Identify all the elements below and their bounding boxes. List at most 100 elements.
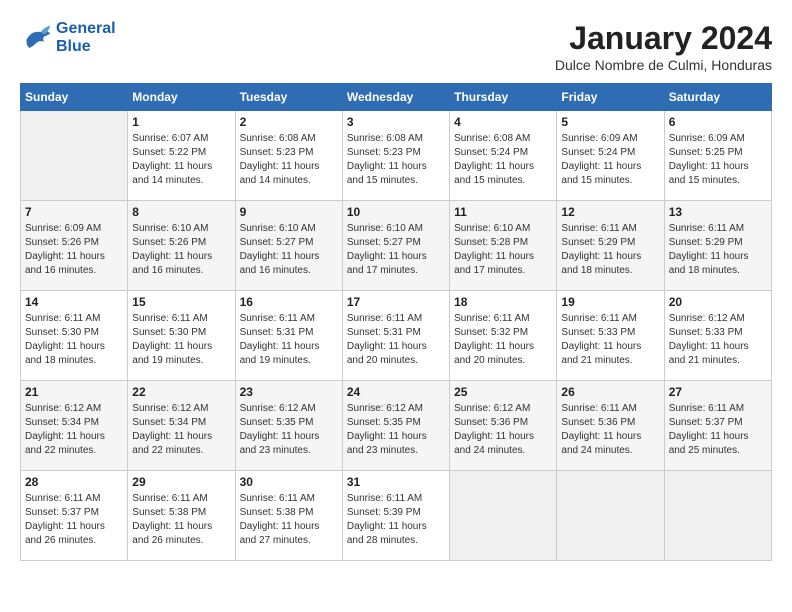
day-number: 29 (132, 475, 230, 489)
day-number: 25 (454, 385, 552, 399)
day-info: Sunrise: 6:11 AM Sunset: 5:31 PM Dayligh… (347, 312, 445, 368)
day-number: 30 (240, 475, 338, 489)
calendar-cell: 11 Sunrise: 6:10 AM Sunset: 5:28 PM Dayl… (450, 201, 557, 291)
calendar-cell: 3 Sunrise: 6:08 AM Sunset: 5:23 PM Dayli… (342, 111, 449, 201)
day-info: Sunrise: 6:12 AM Sunset: 5:33 PM Dayligh… (669, 312, 767, 368)
day-number: 5 (561, 115, 659, 129)
calendar-cell (557, 471, 664, 561)
day-number: 18 (454, 295, 552, 309)
title-block: January 2024 Dulce Nombre de Culmi, Hond… (555, 20, 772, 73)
month-year-title: January 2024 (555, 20, 772, 57)
day-info: Sunrise: 6:12 AM Sunset: 5:36 PM Dayligh… (454, 402, 552, 458)
day-number: 23 (240, 385, 338, 399)
day-number: 16 (240, 295, 338, 309)
column-header-sunday: Sunday (21, 84, 128, 111)
column-header-friday: Friday (557, 84, 664, 111)
calendar-cell: 1 Sunrise: 6:07 AM Sunset: 5:22 PM Dayli… (128, 111, 235, 201)
day-info: Sunrise: 6:12 AM Sunset: 5:34 PM Dayligh… (132, 402, 230, 458)
calendar-table: SundayMondayTuesdayWednesdayThursdayFrid… (20, 83, 772, 561)
calendar-cell: 24 Sunrise: 6:12 AM Sunset: 5:35 PM Dayl… (342, 381, 449, 471)
calendar-cell (21, 111, 128, 201)
calendar-cell: 30 Sunrise: 6:11 AM Sunset: 5:38 PM Dayl… (235, 471, 342, 561)
calendar-cell: 18 Sunrise: 6:11 AM Sunset: 5:32 PM Dayl… (450, 291, 557, 381)
calendar-week-row: 21 Sunrise: 6:12 AM Sunset: 5:34 PM Dayl… (21, 381, 772, 471)
column-header-saturday: Saturday (664, 84, 771, 111)
day-number: 6 (669, 115, 767, 129)
day-number: 10 (347, 205, 445, 219)
day-info: Sunrise: 6:07 AM Sunset: 5:22 PM Dayligh… (132, 132, 230, 188)
column-header-thursday: Thursday (450, 84, 557, 111)
day-number: 19 (561, 295, 659, 309)
day-number: 21 (25, 385, 123, 399)
column-header-wednesday: Wednesday (342, 84, 449, 111)
day-number: 28 (25, 475, 123, 489)
calendar-cell: 25 Sunrise: 6:12 AM Sunset: 5:36 PM Dayl… (450, 381, 557, 471)
day-info: Sunrise: 6:10 AM Sunset: 5:28 PM Dayligh… (454, 222, 552, 278)
calendar-cell: 16 Sunrise: 6:11 AM Sunset: 5:31 PM Dayl… (235, 291, 342, 381)
calendar-cell: 19 Sunrise: 6:11 AM Sunset: 5:33 PM Dayl… (557, 291, 664, 381)
day-info: Sunrise: 6:11 AM Sunset: 5:38 PM Dayligh… (240, 492, 338, 548)
day-info: Sunrise: 6:08 AM Sunset: 5:23 PM Dayligh… (347, 132, 445, 188)
day-info: Sunrise: 6:08 AM Sunset: 5:24 PM Dayligh… (454, 132, 552, 188)
day-number: 27 (669, 385, 767, 399)
calendar-cell: 23 Sunrise: 6:12 AM Sunset: 5:35 PM Dayl… (235, 381, 342, 471)
day-info: Sunrise: 6:09 AM Sunset: 5:26 PM Dayligh… (25, 222, 123, 278)
calendar-week-row: 7 Sunrise: 6:09 AM Sunset: 5:26 PM Dayli… (21, 201, 772, 291)
column-header-tuesday: Tuesday (235, 84, 342, 111)
day-info: Sunrise: 6:11 AM Sunset: 5:30 PM Dayligh… (25, 312, 123, 368)
day-info: Sunrise: 6:10 AM Sunset: 5:27 PM Dayligh… (240, 222, 338, 278)
calendar-cell (664, 471, 771, 561)
calendar-cell: 9 Sunrise: 6:10 AM Sunset: 5:27 PM Dayli… (235, 201, 342, 291)
calendar-cell: 20 Sunrise: 6:12 AM Sunset: 5:33 PM Dayl… (664, 291, 771, 381)
day-info: Sunrise: 6:12 AM Sunset: 5:35 PM Dayligh… (240, 402, 338, 458)
day-number: 2 (240, 115, 338, 129)
day-info: Sunrise: 6:11 AM Sunset: 5:33 PM Dayligh… (561, 312, 659, 368)
calendar-cell: 7 Sunrise: 6:09 AM Sunset: 5:26 PM Dayli… (21, 201, 128, 291)
calendar-week-row: 1 Sunrise: 6:07 AM Sunset: 5:22 PM Dayli… (21, 111, 772, 201)
day-number: 31 (347, 475, 445, 489)
location-subtitle: Dulce Nombre de Culmi, Honduras (555, 57, 772, 73)
day-number: 17 (347, 295, 445, 309)
calendar-cell: 27 Sunrise: 6:11 AM Sunset: 5:37 PM Dayl… (664, 381, 771, 471)
day-number: 24 (347, 385, 445, 399)
day-number: 12 (561, 205, 659, 219)
calendar-cell: 5 Sunrise: 6:09 AM Sunset: 5:24 PM Dayli… (557, 111, 664, 201)
day-number: 1 (132, 115, 230, 129)
day-number: 3 (347, 115, 445, 129)
calendar-cell (450, 471, 557, 561)
day-number: 7 (25, 205, 123, 219)
day-number: 8 (132, 205, 230, 219)
logo-text: General Blue (56, 20, 116, 56)
logo-icon (20, 24, 52, 52)
calendar-cell: 17 Sunrise: 6:11 AM Sunset: 5:31 PM Dayl… (342, 291, 449, 381)
calendar-week-row: 14 Sunrise: 6:11 AM Sunset: 5:30 PM Dayl… (21, 291, 772, 381)
column-header-monday: Monday (128, 84, 235, 111)
day-number: 20 (669, 295, 767, 309)
calendar-header-row: SundayMondayTuesdayWednesdayThursdayFrid… (21, 84, 772, 111)
day-info: Sunrise: 6:10 AM Sunset: 5:26 PM Dayligh… (132, 222, 230, 278)
day-number: 9 (240, 205, 338, 219)
calendar-cell: 28 Sunrise: 6:11 AM Sunset: 5:37 PM Dayl… (21, 471, 128, 561)
day-info: Sunrise: 6:11 AM Sunset: 5:37 PM Dayligh… (25, 492, 123, 548)
calendar-cell: 6 Sunrise: 6:09 AM Sunset: 5:25 PM Dayli… (664, 111, 771, 201)
calendar-cell: 2 Sunrise: 6:08 AM Sunset: 5:23 PM Dayli… (235, 111, 342, 201)
calendar-cell: 13 Sunrise: 6:11 AM Sunset: 5:29 PM Dayl… (664, 201, 771, 291)
calendar-cell: 8 Sunrise: 6:10 AM Sunset: 5:26 PM Dayli… (128, 201, 235, 291)
day-info: Sunrise: 6:11 AM Sunset: 5:39 PM Dayligh… (347, 492, 445, 548)
calendar-cell: 29 Sunrise: 6:11 AM Sunset: 5:38 PM Dayl… (128, 471, 235, 561)
day-info: Sunrise: 6:08 AM Sunset: 5:23 PM Dayligh… (240, 132, 338, 188)
day-info: Sunrise: 6:09 AM Sunset: 5:24 PM Dayligh… (561, 132, 659, 188)
calendar-cell: 31 Sunrise: 6:11 AM Sunset: 5:39 PM Dayl… (342, 471, 449, 561)
day-info: Sunrise: 6:11 AM Sunset: 5:38 PM Dayligh… (132, 492, 230, 548)
calendar-cell: 10 Sunrise: 6:10 AM Sunset: 5:27 PM Dayl… (342, 201, 449, 291)
day-number: 14 (25, 295, 123, 309)
day-info: Sunrise: 6:09 AM Sunset: 5:25 PM Dayligh… (669, 132, 767, 188)
day-number: 22 (132, 385, 230, 399)
calendar-cell: 4 Sunrise: 6:08 AM Sunset: 5:24 PM Dayli… (450, 111, 557, 201)
day-number: 11 (454, 205, 552, 219)
day-number: 13 (669, 205, 767, 219)
day-number: 26 (561, 385, 659, 399)
page-header: General Blue January 2024 Dulce Nombre d… (20, 20, 772, 73)
calendar-cell: 21 Sunrise: 6:12 AM Sunset: 5:34 PM Dayl… (21, 381, 128, 471)
day-number: 15 (132, 295, 230, 309)
